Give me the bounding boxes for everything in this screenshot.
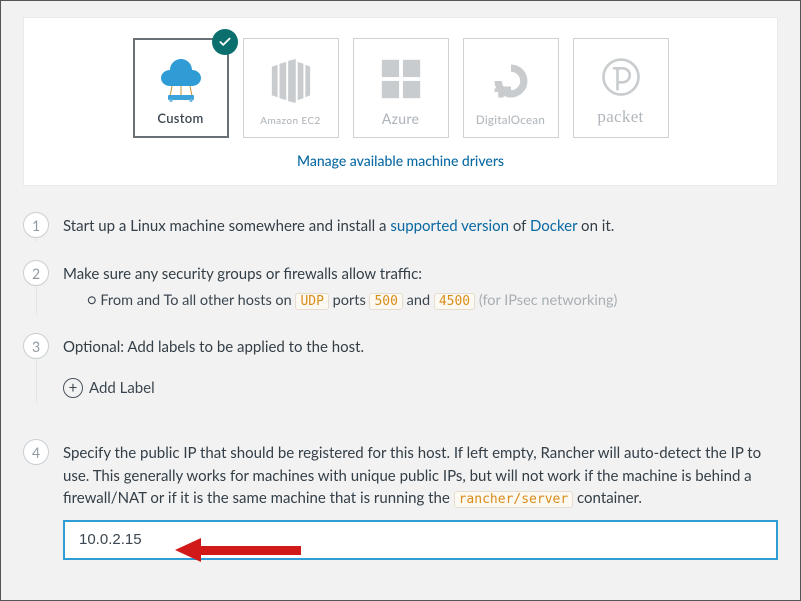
add-label-button[interactable]: + Add Label (63, 377, 155, 400)
driver-packet[interactable]: packet (573, 38, 669, 138)
instruction-steps: 1 Start up a Linux machine somewhere and… (23, 212, 778, 582)
ipsec-note: (for IPsec networking) (475, 292, 617, 309)
step-2-text: Make sure any security groups or firewal… (63, 263, 778, 286)
driver-label: DigitalOcean (476, 114, 545, 127)
custom-cloud-icon (135, 40, 227, 110)
step-4: 4 Specify the public IP that should be r… (23, 439, 778, 582)
code-500: 500 (369, 293, 402, 310)
driver-label: Amazon EC2 (260, 115, 320, 127)
text: and (403, 292, 434, 309)
driver-label: Custom (157, 110, 203, 126)
text: on it. (577, 217, 614, 235)
text: container. (573, 489, 642, 507)
plus-icon: + (63, 378, 83, 398)
check-icon (212, 29, 238, 55)
driver-label: Azure (382, 110, 420, 127)
step-3: 3 Optional: Add labels to be applied to … (23, 333, 778, 439)
step-1: 1 Start up a Linux machine somewhere and… (23, 212, 778, 260)
code-4500: 4500 (434, 293, 475, 310)
code-rancher-server: rancher/server (454, 491, 574, 508)
text: From and To all other hosts on (100, 292, 295, 309)
text: Specify the public IP that should be reg… (63, 444, 761, 507)
text: Start up a Linux machine somewhere and i… (63, 217, 390, 235)
step-4-text: Specify the public IP that should be reg… (63, 442, 778, 510)
azure-icon (354, 39, 448, 110)
manage-drivers-link[interactable]: Manage available machine drivers (42, 152, 759, 169)
step-number: 3 (23, 333, 49, 359)
digitalocean-icon (464, 39, 558, 114)
driver-amazon-ec2[interactable]: Amazon EC2 (243, 38, 339, 138)
driver-azure[interactable]: Azure (353, 38, 449, 138)
packet-icon (574, 39, 668, 107)
docker-link[interactable]: Docker (530, 217, 577, 235)
step-number: 1 (23, 212, 49, 238)
driver-panel: Custom Amazon EC2 (23, 17, 778, 186)
text: ports (329, 292, 370, 309)
code-udp: UDP (295, 293, 328, 310)
add-label-text: Add Label (89, 377, 155, 400)
text: of (509, 217, 530, 235)
step-2-bullet: ○ From and To all other hosts on UDP por… (101, 290, 778, 312)
driver-custom[interactable]: Custom (133, 38, 229, 138)
step-1-text: Start up a Linux machine somewhere and i… (63, 212, 778, 238)
host-ip-input[interactable] (63, 520, 778, 560)
driver-list: Custom Amazon EC2 (42, 38, 759, 138)
driver-label: packet (597, 107, 643, 127)
step-number: 2 (23, 260, 49, 286)
step-2: 2 Make sure any security groups or firew… (23, 260, 778, 333)
amazon-ec2-icon (244, 39, 338, 115)
step-3-text: Optional: Add labels to be applied to th… (63, 336, 778, 359)
supported-version-link[interactable]: supported version (390, 217, 509, 235)
driver-digitalocean[interactable]: DigitalOcean (463, 38, 559, 138)
step-number: 4 (23, 439, 49, 465)
